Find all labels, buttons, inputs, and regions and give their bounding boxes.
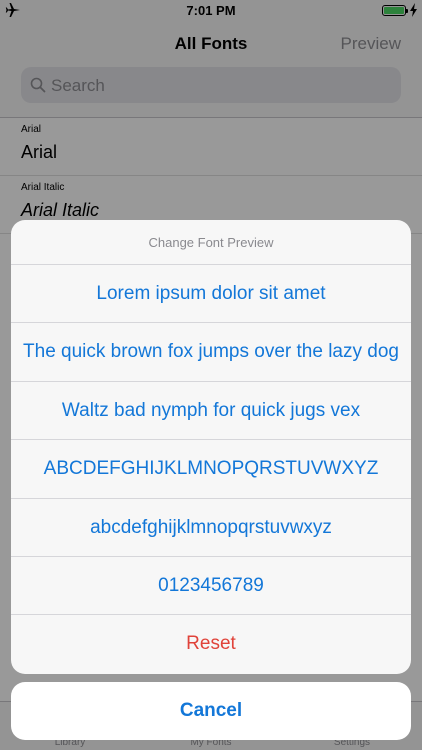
reset-button[interactable]: Reset [11,615,411,673]
preview-option-uppercase[interactable]: ABCDEFGHIJKLMNOPQRSTUVWXYZ [11,440,411,499]
preview-option-lowercase[interactable]: abcdefghijklmnopqrstuvwxyz [11,499,411,557]
preview-option-digits[interactable]: 0123456789 [11,557,411,616]
preview-option-waltz[interactable]: Waltz bad nymph for quick jugs vex [11,382,411,441]
cancel-button[interactable]: Cancel [11,682,411,740]
action-sheet: Change Font Preview Lorem ipsum dolor si… [11,220,411,674]
preview-option-quick-brown-fox[interactable]: The quick brown fox jumps over the lazy … [11,323,411,382]
action-sheet-title: Change Font Preview [11,220,411,265]
preview-option-lorem[interactable]: Lorem ipsum dolor sit amet [11,265,411,324]
